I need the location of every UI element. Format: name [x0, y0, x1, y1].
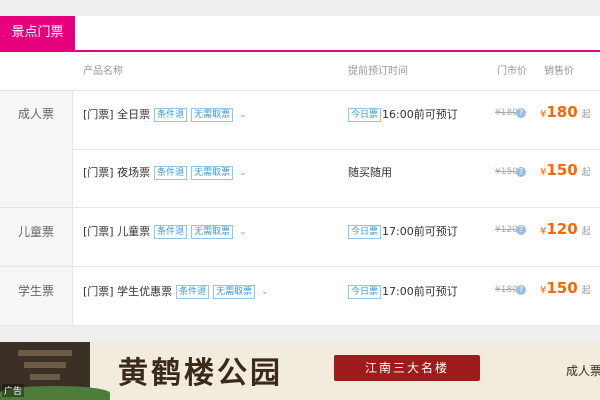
- price-suffix: 起: [581, 110, 591, 120]
- advance-booking: 今日票 17:00前可预订: [348, 223, 458, 239]
- ad-banner[interactable]: 黄鹤楼公园 江南三大名楼 成人票: [0, 342, 600, 400]
- product-name[interactable]: [门票] 夜场票: [83, 166, 150, 179]
- no-pickup-tag: 无需取票: [191, 108, 234, 122]
- tower-roof: [24, 362, 66, 368]
- chevron-down-icon[interactable]: ⌄: [239, 110, 247, 120]
- chevron-down-icon[interactable]: ⌄: [239, 227, 247, 237]
- column-header-advance: 提前预订时间: [348, 66, 408, 77]
- category-label-student: 学生票: [17, 284, 54, 298]
- column-header-product: 产品名称: [83, 66, 123, 77]
- no-pickup-tag: 无需取票: [213, 285, 256, 299]
- price-suffix: 起: [581, 168, 591, 178]
- no-pickup-tag: 无需取票: [191, 225, 234, 239]
- ticket-panel: 景点门票 产品名称 提前预订时间 门市价 销售价 成人票 儿童票 学生票 [门票…: [0, 16, 600, 326]
- question-mark-icon[interactable]: ?: [516, 108, 526, 118]
- market-price: ¥120: [495, 225, 518, 235]
- advance-text: 随买随用: [348, 166, 392, 179]
- question-mark-icon[interactable]: ?: [516, 167, 526, 177]
- banner-title: 黄鹤楼公园: [118, 356, 283, 391]
- today-ticket-tag: 今日票: [348, 108, 382, 122]
- product-name[interactable]: [门票] 全日票: [83, 108, 150, 121]
- today-ticket-tag: 今日票: [348, 225, 382, 239]
- advance-booking: 今日票 17:00前可预订: [348, 283, 458, 299]
- price-amount: 150: [546, 279, 578, 297]
- sale-price: ¥150 起: [540, 278, 591, 297]
- price-amount: 120: [546, 220, 578, 238]
- banner-right-text: 成人票: [566, 364, 600, 378]
- today-ticket-tag: 今日票: [348, 285, 382, 299]
- advance-text: 17:00前可预订: [382, 225, 458, 238]
- chevron-down-icon[interactable]: ⌄: [239, 168, 247, 178]
- advance-text: 16:00前可预订: [382, 108, 458, 121]
- divider: [0, 325, 600, 326]
- refund-tag: 条件退: [176, 285, 210, 299]
- advance-booking: 随买随用: [348, 164, 392, 180]
- category-label-child: 儿童票: [17, 225, 54, 239]
- market-price: ¥180: [495, 285, 518, 295]
- sale-price: ¥150 起: [540, 160, 591, 179]
- divider: [72, 149, 600, 150]
- advance-text: 17:00前可预订: [382, 285, 458, 298]
- divider: [0, 90, 600, 91]
- question-mark-icon[interactable]: ?: [516, 285, 526, 295]
- category-label-adult: 成人票: [17, 107, 54, 121]
- banner-ribbon: 江南三大名楼: [334, 355, 480, 381]
- tower-roof: [30, 374, 60, 380]
- tab-scenic-tickets[interactable]: 景点门票: [0, 16, 75, 50]
- chevron-down-icon[interactable]: ⌄: [261, 287, 269, 297]
- refund-tag: 条件退: [154, 166, 188, 180]
- column-header-market-price: 门市价: [497, 66, 527, 77]
- price-amount: 180: [546, 103, 578, 121]
- column-header-sale-price: 销售价: [544, 66, 574, 77]
- divider: [72, 91, 73, 326]
- no-pickup-tag: 无需取票: [191, 166, 234, 180]
- table-row: [门票] 学生优惠票 条件退 无需取票 ⌄: [83, 283, 269, 299]
- refund-tag: 条件退: [154, 108, 188, 122]
- tower-roof: [18, 350, 72, 356]
- product-name[interactable]: [门票] 学生优惠票: [83, 285, 172, 298]
- question-mark-icon[interactable]: ?: [516, 225, 526, 235]
- price-suffix: 起: [581, 227, 591, 237]
- product-name[interactable]: [门票] 儿童票: [83, 225, 150, 238]
- table-row: [门票] 夜场票 条件退 无需取票 ⌄: [83, 164, 247, 180]
- market-price: ¥180: [495, 108, 518, 118]
- divider: [0, 266, 600, 267]
- sale-price: ¥180 起: [540, 102, 591, 121]
- table-row: [门票] 儿童票 条件退 无需取票 ⌄: [83, 223, 247, 239]
- divider: [0, 207, 600, 208]
- price-amount: 150: [546, 161, 578, 179]
- advance-booking: 今日票 16:00前可预订: [348, 106, 458, 122]
- refund-tag: 条件退: [154, 225, 188, 239]
- price-suffix: 起: [581, 286, 591, 296]
- sale-price: ¥120 起: [540, 219, 591, 238]
- ad-label: 广告: [2, 384, 25, 397]
- table-row: [门票] 全日票 条件退 无需取票 ⌄: [83, 106, 247, 122]
- tab-bar: 景点门票: [0, 16, 600, 52]
- market-price: ¥150: [495, 167, 518, 177]
